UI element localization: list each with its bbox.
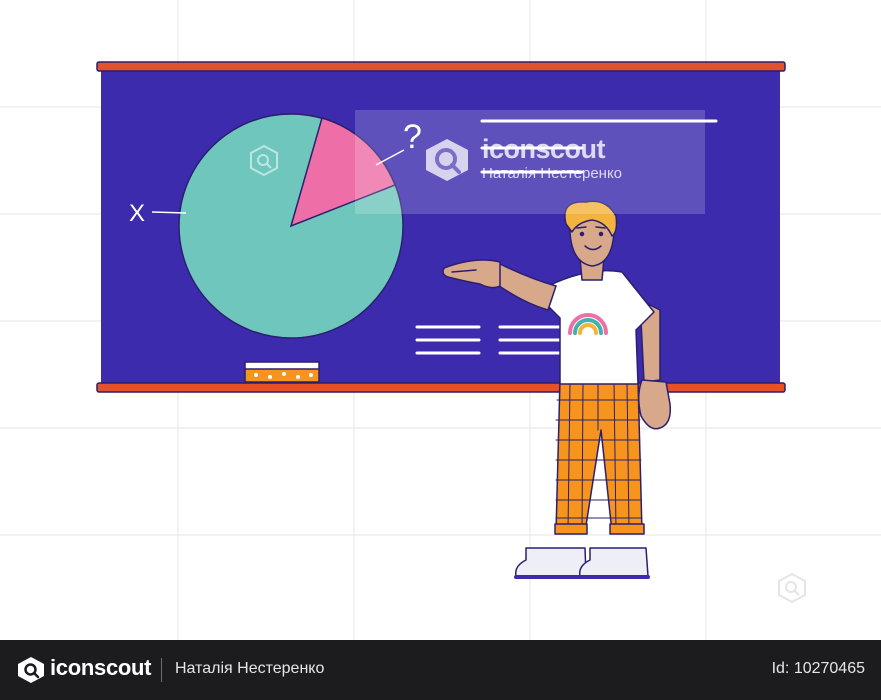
pie-x-label: X — [129, 200, 145, 227]
left-shoe — [514, 547, 587, 577]
iconscout-logo-icon[interactable] — [16, 656, 46, 684]
watermark-author: Наталія Нестеренко — [482, 165, 623, 182]
presentation-illustration: X ? — [96, 61, 806, 604]
watermark-brand: iconscout — [482, 134, 606, 164]
hanging-hand — [638, 379, 672, 430]
iconscout-logo-icon — [426, 139, 468, 181]
board-bottom-rail — [96, 382, 786, 393]
board-eraser — [244, 361, 320, 383]
footer-brand-link[interactable]: iconscout — [50, 655, 152, 681]
footer-author-link[interactable]: Наталія Нестеренко — [175, 660, 324, 678]
left-cuff — [554, 523, 588, 535]
right-shoe — [578, 547, 649, 577]
corner-watermark-icon — [778, 572, 806, 604]
board-top-rail — [96, 61, 786, 72]
footer-bar: iconscout Наталія Нестеренко Id: 1027046… — [0, 640, 881, 700]
footer-divider — [161, 658, 162, 682]
x-pointer-line — [151, 211, 187, 214]
right-cuff — [609, 523, 645, 535]
footer-asset-id: Id: 10270465 — [771, 660, 865, 677]
